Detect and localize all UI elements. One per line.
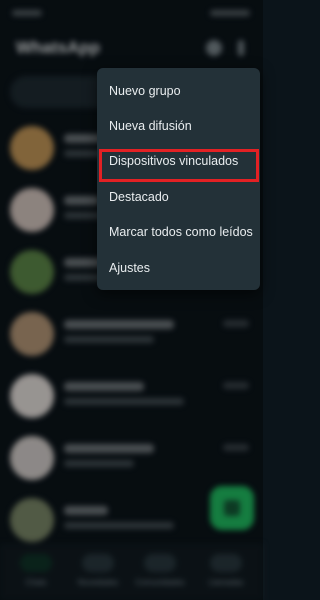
menu-item-nueva-difusion[interactable]: Nueva difusión	[97, 109, 260, 143]
highlight-annotation	[99, 149, 259, 182]
menu-item-destacado[interactable]: Destacado	[97, 180, 260, 214]
menu-item-marcar-todos-leidos[interactable]: Marcar todos como leídos	[97, 215, 260, 249]
menu-item-ajustes[interactable]: Ajustes	[97, 251, 260, 285]
menu-item-nuevo-grupo[interactable]: Nuevo grupo	[97, 74, 260, 108]
